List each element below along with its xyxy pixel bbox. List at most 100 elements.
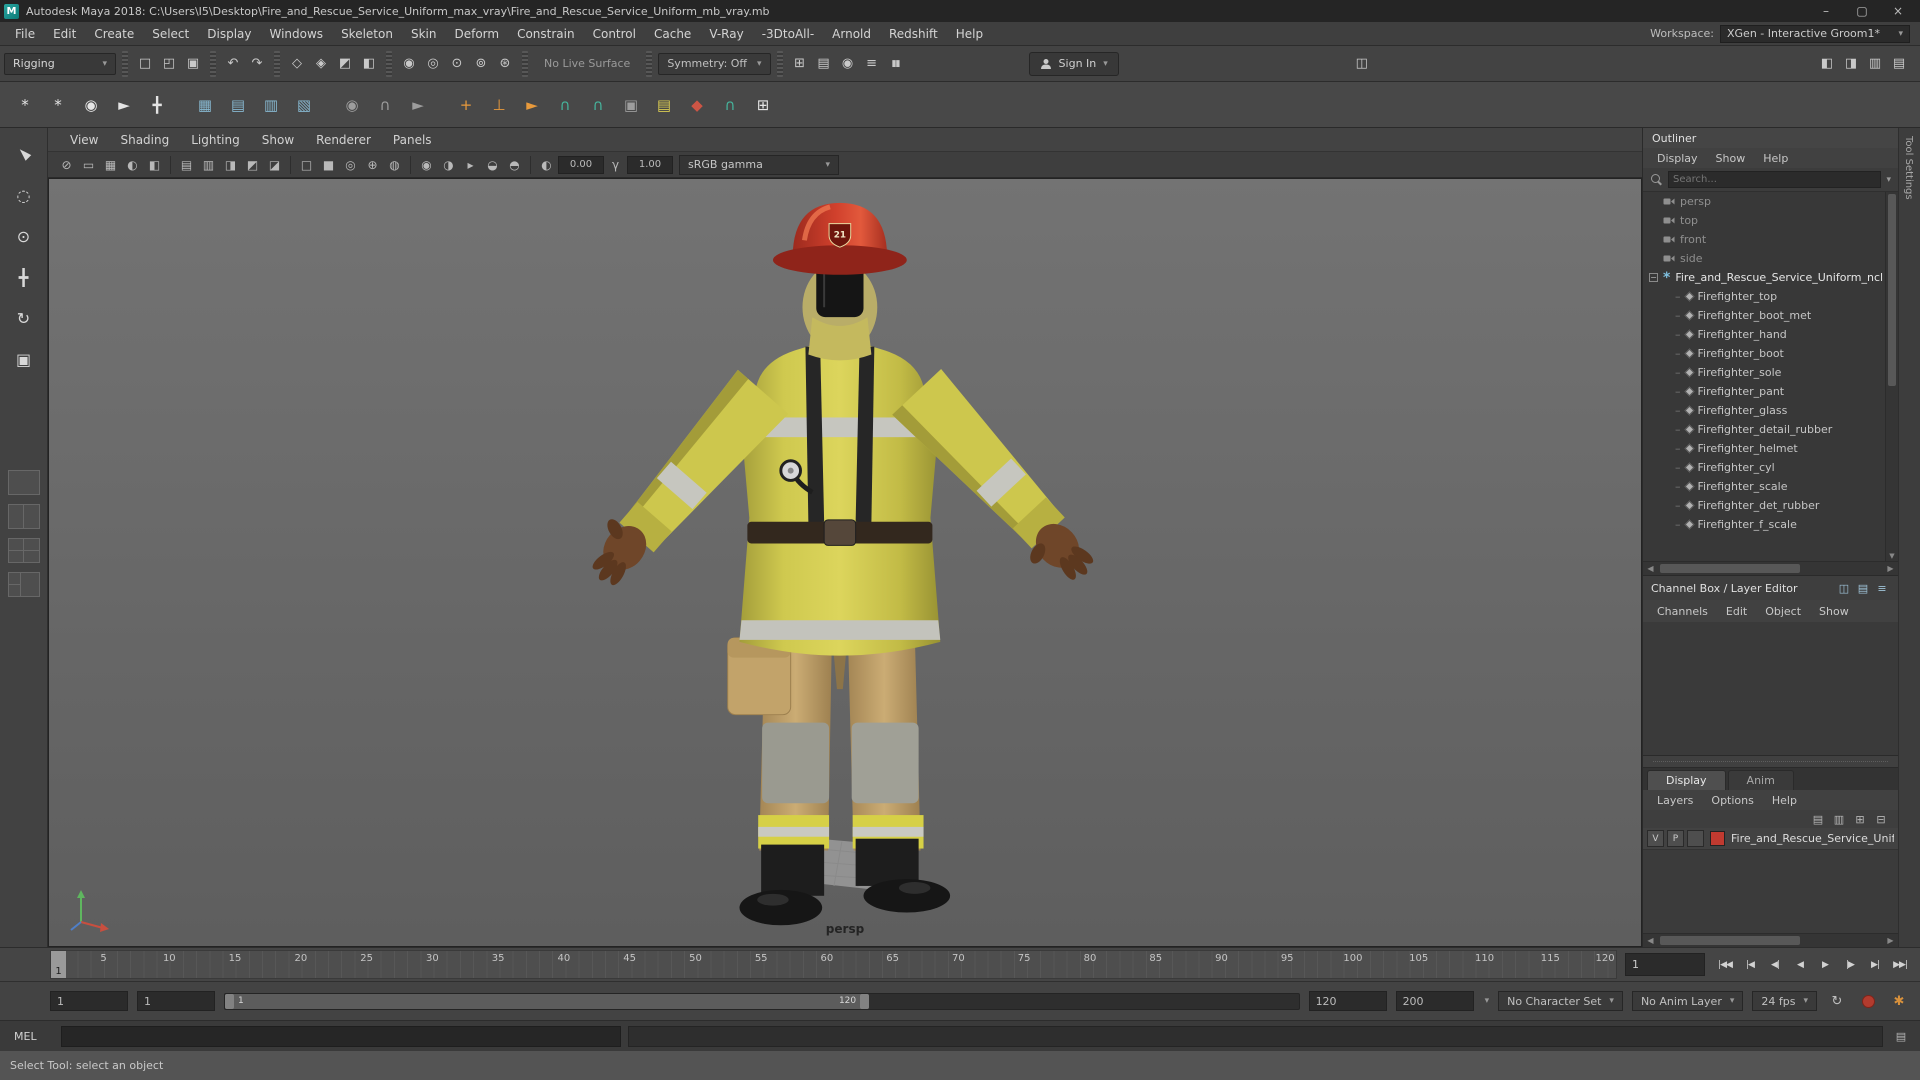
open-render-view-icon[interactable]: ▤ (813, 53, 835, 75)
playback-end-field[interactable] (1308, 991, 1387, 1011)
outliner-item[interactable]: – Firefighter_helmet (1643, 439, 1898, 458)
step-back-key-button[interactable]: ◀| (1763, 953, 1787, 977)
menu-control[interactable]: Control (584, 27, 645, 41)
shelf-mirror-weights-icon[interactable]: ▤ (223, 90, 253, 120)
chevron-down-icon[interactable]: ▾ (1485, 996, 1490, 1006)
shelf-pose-icon[interactable]: ► (403, 90, 433, 120)
camera-attributes-icon[interactable]: ▭ (78, 155, 99, 175)
outliner-item[interactable]: – Firefighter_det_rubber (1643, 496, 1898, 515)
multisample-icon[interactable]: ▸ (460, 155, 481, 175)
shelf-point-constraint-icon[interactable]: + (451, 90, 481, 120)
outliner-item[interactable]: – Firefighter_detail_rubber (1643, 420, 1898, 439)
anim-layer-dropdown[interactable]: No Anim Layer ▾ (1631, 991, 1744, 1011)
scroll-left-icon[interactable]: ◀ (1643, 936, 1658, 945)
exposure-field[interactable]: 0.00 (558, 155, 604, 174)
outliner-horizontal-scrollbar[interactable]: ◀ ▶ (1643, 561, 1898, 575)
outliner-item[interactable]: – Firefighter_sole (1643, 363, 1898, 382)
timeline-playhead[interactable]: 1 (51, 951, 66, 978)
shelf-container-icon[interactable]: ▣ (616, 90, 646, 120)
film-gate-icon[interactable]: ▤ (176, 155, 197, 175)
playback-start-field[interactable] (137, 991, 215, 1011)
attribute-editor-toggle-icon[interactable]: ▥ (1864, 53, 1886, 75)
view-transform-dropdown[interactable]: sRGB gamma ▾ (679, 154, 839, 175)
outliner-item-top[interactable]: top (1643, 211, 1898, 230)
outliner-item[interactable]: – Firefighter_cyl (1643, 458, 1898, 477)
character-set-dropdown[interactable]: No Character Set ▾ (1498, 991, 1623, 1011)
create-layer-from-selected-icon[interactable]: ⊟ (1873, 813, 1889, 826)
render-current-frame-icon[interactable]: ◉ (837, 53, 859, 75)
command-input[interactable] (61, 1025, 621, 1047)
exposure-icon[interactable]: ◐ (536, 155, 557, 175)
select-tool-icon[interactable]: ► (9, 140, 39, 168)
outliner-item-side[interactable]: side (1643, 249, 1898, 268)
use-all-lights-icon[interactable]: ⊕ (362, 155, 383, 175)
panel-menu-shading[interactable]: Shading (110, 133, 179, 147)
shelf-copy-weights-icon[interactable]: ▥ (256, 90, 286, 120)
scroll-right-icon[interactable]: ▶ (1883, 936, 1898, 945)
layout-three-pane-button[interactable] (7, 572, 40, 597)
pause-icon[interactable]: ▮▮ (885, 53, 907, 75)
snap-to-curve-icon[interactable]: ◎ (422, 53, 444, 75)
shelf-bind-skin-icon[interactable]: ◉ (337, 90, 367, 120)
menu-deform[interactable]: Deform (445, 27, 508, 41)
menu-select[interactable]: Select (143, 27, 198, 41)
construction-history-icon[interactable]: ⊞ (789, 53, 811, 75)
shelf-add-attribute-icon[interactable]: ⊞ (748, 90, 778, 120)
menu-set-dropdown[interactable]: Rigging ▾ (4, 52, 116, 75)
layer-menu-options[interactable]: Options (1703, 794, 1761, 807)
menu-windows[interactable]: Windows (260, 27, 332, 41)
layer-playback-toggle[interactable]: P (1667, 830, 1684, 847)
panel-menu-view[interactable]: View (60, 133, 108, 147)
play-backwards-button[interactable]: ◀ (1788, 953, 1812, 977)
layer-menu-layers[interactable]: Layers (1649, 794, 1701, 807)
outliner-menu-show[interactable]: Show (1708, 152, 1754, 165)
chevron-down-icon[interactable]: ▾ (1886, 175, 1891, 185)
step-forward-key-button[interactable]: |▶ (1838, 953, 1862, 977)
snap-to-grid-icon[interactable]: ◉ (398, 53, 420, 75)
range-end-handle[interactable] (860, 993, 870, 1009)
layer-editor-scrollbar[interactable]: ◀ ▶ (1643, 933, 1898, 947)
scrollbar-thumb[interactable] (1660, 936, 1800, 945)
menu-redshift[interactable]: Redshift (880, 27, 947, 41)
save-scene-icon[interactable]: ▣ (182, 53, 204, 75)
lasso-tool-icon[interactable]: ◌ (9, 181, 39, 209)
minimize-button[interactable]: – (1808, 1, 1844, 21)
menu-arnold[interactable]: Arnold (823, 27, 880, 41)
wireframe-icon[interactable]: □ (296, 155, 317, 175)
shaded-icon[interactable]: ■ (318, 155, 339, 175)
menu-create[interactable]: Create (85, 27, 143, 41)
range-start-handle[interactable] (225, 993, 234, 1009)
snap-to-point-icon[interactable]: ⊙ (446, 53, 468, 75)
image-plane-icon[interactable]: ◧ (144, 155, 165, 175)
shelf-paint-weights-icon[interactable]: ▦ (190, 90, 220, 120)
redo-icon[interactable]: ↷ (246, 53, 268, 75)
menu-file[interactable]: File (6, 27, 44, 41)
tab-display[interactable]: Display (1647, 770, 1726, 790)
channel-menu-show[interactable]: Show (1811, 605, 1857, 618)
display-layer-row[interactable]: V P Fire_and_Rescue_Service_Unifo (1643, 828, 1898, 850)
scrollbar-thumb[interactable] (1660, 564, 1800, 573)
panel-menu-show[interactable]: Show (252, 133, 304, 147)
lock-camera-icon[interactable]: ⊘ (56, 155, 77, 175)
layer-menu-help[interactable]: Help (1764, 794, 1805, 807)
new-scene-icon[interactable]: □ (134, 53, 156, 75)
menu-skeleton[interactable]: Skeleton (332, 27, 402, 41)
shelf-display-layers-icon[interactable]: ▤ (649, 90, 679, 120)
collapse-icon[interactable]: − (1649, 273, 1658, 282)
play-forwards-button[interactable]: ▶ (1813, 953, 1837, 977)
animation-preferences-icon[interactable]: ✱ (1888, 990, 1910, 1012)
channel-menu-channels[interactable]: Channels (1649, 605, 1716, 618)
command-language-toggle[interactable]: MEL (8, 1030, 54, 1043)
shelf-xgen-groom-icon[interactable]: ∩ (550, 90, 580, 120)
create-empty-layer-icon[interactable]: ⊞ (1852, 813, 1868, 826)
gamma-field[interactable]: 1.00 (627, 155, 673, 174)
panel-menu-renderer[interactable]: Renderer (306, 133, 381, 147)
select-hierarchy-icon[interactable]: ◇ (286, 53, 308, 75)
scroll-right-icon[interactable]: ▶ (1883, 564, 1898, 573)
shelf-joint-icon[interactable]: ◉ (76, 90, 106, 120)
grid-icon[interactable]: ▦ (100, 155, 121, 175)
undo-icon[interactable]: ↶ (222, 53, 244, 75)
move-tool-icon[interactable]: ╋ (9, 263, 39, 291)
outliner-item[interactable]: – Firefighter_pant (1643, 382, 1898, 401)
outliner-item[interactable]: – Firefighter_f_scale (1643, 515, 1898, 534)
